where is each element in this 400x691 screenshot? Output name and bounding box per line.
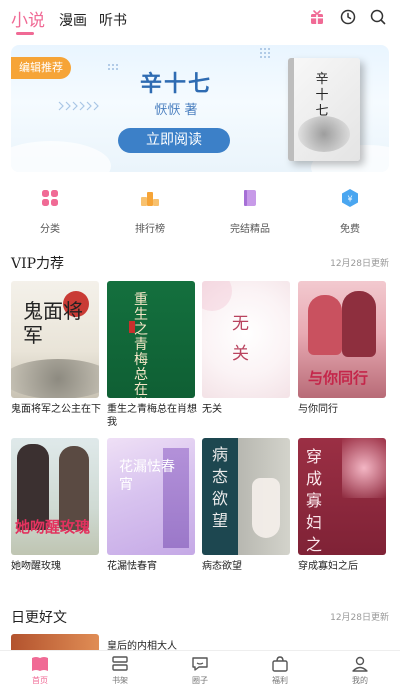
cover-title: 穿成寡妇之后 [306, 447, 323, 554]
character-illustration [342, 291, 376, 357]
nav-label: 书架 [112, 676, 128, 685]
nav-bookshelf[interactable]: 书架 [90, 655, 150, 686]
editor-pick-badge: 编辑推荐 [11, 57, 71, 79]
nav-profile[interactable]: 我的 [330, 655, 390, 686]
book-cover: 重生之青梅总在肖想我 [107, 281, 195, 398]
ranking-icon [141, 192, 159, 206]
featured-banner[interactable]: 编辑推荐 辛十七 恹恹 著 立即阅读 辛十七 [11, 45, 389, 172]
cover-title: 她吻醒玫瑰 [15, 518, 91, 536]
banner-cover-title: 辛十七 [315, 72, 329, 119]
book-cover: 她吻醒玫瑰 [11, 438, 99, 555]
svg-text:¥: ¥ [347, 195, 352, 204]
banner-chevrons-decoration [58, 101, 99, 111]
book-icon [244, 190, 256, 206]
nav-label: 圈子 [192, 676, 208, 685]
chat-bubble-icon [192, 657, 208, 671]
tab-novel[interactable]: 小说 [11, 6, 45, 31]
user-icon [352, 656, 368, 672]
grid-icon [42, 190, 58, 206]
book-title: 鬼面将军之公主在下 [11, 404, 101, 415]
book-title: 无关 [202, 404, 222, 415]
daily-book-cover[interactable] [11, 634, 99, 650]
banner-author: 恹恹 著 [154, 103, 198, 118]
search-icon[interactable] [369, 8, 387, 26]
free-icon: ¥ [342, 189, 358, 207]
book-card[interactable]: 花漏怯春宵 花漏怯春宵 [107, 438, 195, 573]
character-illustration [308, 295, 342, 355]
banner-book-cover[interactable]: 辛十七 [288, 58, 360, 161]
cover-title: 鬼面将军 [23, 299, 83, 347]
category-free[interactable]: ¥ 免费 [310, 188, 390, 235]
book-title: 重生之青梅总在肖想我 [107, 404, 197, 428]
book-title: 她吻醒玫瑰 [11, 561, 61, 572]
category-completed[interactable]: 完结精品 [210, 188, 290, 235]
cover-title: 花漏怯春宵 [119, 459, 175, 493]
book-card[interactable]: 重生之青梅总在肖想我 重生之青梅总在肖想我 [107, 281, 197, 429]
daily-update-date: 12月28日更新 [330, 613, 389, 623]
vip-section-title: VIP力荐 [11, 256, 65, 272]
blossom-decoration [342, 438, 386, 498]
book-cover: 与你同行 [298, 281, 386, 398]
book-cover: 花漏怯春宵 [107, 438, 195, 555]
gift-bag-icon [272, 656, 288, 672]
book-title: 花漏怯春宵 [107, 561, 157, 572]
ink-painting [298, 116, 350, 152]
daily-section-title: 日更好文 [11, 610, 67, 626]
nav-benefits[interactable]: 福利 [250, 655, 310, 686]
book-card[interactable]: 穿成寡妇之后 穿成寡妇之后 [298, 438, 386, 573]
tab-comic[interactable]: 漫画 [59, 10, 87, 30]
book-cover: 穿成寡妇之后 [298, 438, 386, 555]
book-card[interactable]: 无关 无关 [202, 281, 290, 416]
dancer-illustration [252, 478, 280, 538]
tab-audiobook[interactable]: 听书 [99, 10, 127, 30]
mountain-decoration [11, 359, 99, 398]
book-card[interactable]: 她吻醒玫瑰 她吻醒玫瑰 [11, 438, 99, 573]
book-card[interactable]: 病态欲望 病态欲望 [202, 438, 290, 573]
book-title: 穿成寡妇之后 [298, 561, 358, 572]
category-label: 排行榜 [135, 224, 165, 235]
nav-home[interactable]: 首页 [10, 655, 70, 686]
nav-circle[interactable]: 圈子 [170, 655, 230, 686]
blossom-decoration [202, 281, 232, 311]
category-label: 免费 [340, 224, 360, 235]
gift-icon[interactable] [308, 8, 326, 26]
vip-update-date: 12月28日更新 [330, 259, 389, 269]
category-label: 完结精品 [230, 224, 270, 235]
book-card[interactable]: 与你同行 与你同行 [298, 281, 386, 416]
book-title: 与你同行 [298, 404, 338, 415]
active-tab-indicator [16, 32, 34, 35]
book-card[interactable]: 鬼面将军 鬼面将军之公主在下 [11, 281, 101, 416]
cover-title: 重生之青梅总在肖想我 [134, 292, 148, 399]
book-title: 病态欲望 [202, 561, 242, 572]
book-cover: 无关 [202, 281, 290, 398]
category-classify[interactable]: 分类 [10, 188, 90, 235]
nav-label: 首页 [32, 676, 48, 685]
home-book-icon [32, 657, 48, 671]
category-ranking[interactable]: 排行榜 [110, 188, 190, 235]
banner-dots-decoration [260, 48, 270, 58]
banner-dots-decoration [108, 64, 118, 70]
read-now-button[interactable]: 立即阅读 [118, 128, 230, 153]
bottom-nav: 首页 书架 圈子 福利 我的 [0, 650, 400, 691]
red-seal-decoration [129, 321, 135, 333]
category-label: 分类 [40, 224, 60, 235]
cover-title: 病态欲望 [212, 445, 229, 530]
book-cover: 鬼面将军 [11, 281, 99, 398]
book-cover: 病态欲望 [202, 438, 290, 555]
history-clock-icon[interactable] [339, 8, 357, 26]
banner-cloud-decoration [11, 141, 111, 172]
bookshelf-icon [112, 656, 128, 671]
banner-book-title: 辛十七 [139, 72, 212, 97]
top-nav: 小说 漫画 听书 [0, 0, 400, 40]
cover-title: 无关 [232, 314, 249, 364]
nav-label: 我的 [352, 676, 368, 685]
cover-title: 与你同行 [308, 369, 369, 387]
book-spine [288, 58, 294, 161]
nav-label: 福利 [272, 676, 288, 685]
